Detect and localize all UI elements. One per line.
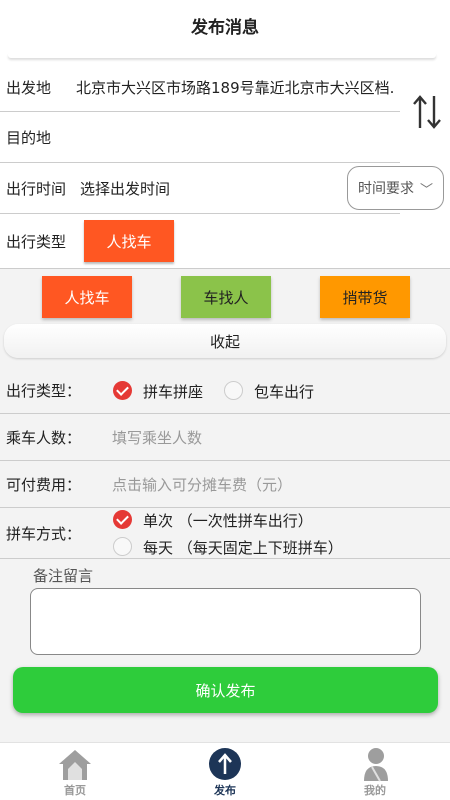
origin-label: 出发地 xyxy=(6,78,52,97)
type-label: 出行类型 xyxy=(6,232,67,251)
single-trip-radio[interactable] xyxy=(113,510,132,529)
fee-row[interactable]: 可付费用： 点击输入可分摊车费（元） xyxy=(0,461,450,507)
daily-trip-label: 每天 （每天固定上下班拼车） xyxy=(143,539,343,557)
passengers-input[interactable]: 填写乘坐人数 xyxy=(112,427,202,448)
tab-publish-label: 发布 xyxy=(214,784,236,797)
type-option-carry-goods[interactable]: 捎带货 xyxy=(320,276,410,318)
carpool-mode-label: 拼车方式： xyxy=(6,524,82,543)
charter-label: 包车出行 xyxy=(254,383,315,401)
note-textarea[interactable] xyxy=(30,588,421,655)
destination-row[interactable]: 目的地 xyxy=(0,112,400,162)
type-row: 出行类型 xyxy=(0,216,84,266)
divider xyxy=(8,52,436,58)
time-requirement-dropdown[interactable]: 时间要求 ﹀ xyxy=(347,166,444,210)
time-row[interactable]: 出行时间 选择出发时间 xyxy=(0,163,345,213)
divider xyxy=(0,268,450,269)
trip-type-label: 出行类型： xyxy=(6,381,82,400)
bottom-tab-bar: 首页 发布 我的 xyxy=(0,742,450,800)
origin-row[interactable]: 出发地 北京市大兴区市场路189号靠近北京市大兴区档... xyxy=(0,62,400,112)
passengers-label: 乘车人数： xyxy=(6,428,82,447)
collapse-button[interactable]: 收起 xyxy=(4,324,446,358)
destination-label: 目的地 xyxy=(6,128,52,147)
charter-radio[interactable] xyxy=(224,381,243,400)
fee-label: 可付费用： xyxy=(6,475,82,494)
selected-type-badge[interactable]: 人找车 xyxy=(84,220,174,262)
tab-home-label: 首页 xyxy=(64,784,86,797)
chevron-down-icon: ﹀ xyxy=(419,183,433,198)
type-option-car-seeks-person[interactable]: 车找人 xyxy=(181,276,271,318)
tab-profile-label: 我的 xyxy=(364,784,386,797)
daily-trip-radio[interactable] xyxy=(113,537,132,556)
carpool-seat-radio[interactable] xyxy=(113,381,132,400)
divider xyxy=(0,558,450,559)
single-trip-label: 单次 （一次性拼车出行） xyxy=(143,512,313,530)
time-label: 出行时间 xyxy=(6,179,67,198)
time-requirement-label: 时间要求 xyxy=(358,181,414,197)
publish-icon xyxy=(209,748,241,780)
tab-profile[interactable]: 我的 xyxy=(300,743,450,800)
carpool-seat-label: 拼车拼座 xyxy=(143,383,204,401)
time-field[interactable]: 选择出发时间 xyxy=(80,178,170,199)
fee-input[interactable]: 点击输入可分摊车费（元） xyxy=(112,474,292,495)
note-label: 备注留言 xyxy=(33,567,94,585)
swap-direction-icon[interactable] xyxy=(410,92,444,132)
home-icon xyxy=(59,750,91,780)
type-option-person-seeks-car[interactable]: 人找车 xyxy=(42,276,132,318)
origin-field[interactable]: 北京市大兴区市场路189号靠近北京市大兴区档... xyxy=(76,77,394,98)
tab-publish[interactable]: 发布 xyxy=(150,743,300,800)
confirm-publish-button[interactable]: 确认发布 xyxy=(13,667,438,713)
profile-icon xyxy=(364,748,388,782)
divider xyxy=(0,213,400,214)
page-title: 发布消息 xyxy=(0,0,450,50)
tab-home[interactable]: 首页 xyxy=(0,743,150,800)
passengers-row[interactable]: 乘车人数： 填写乘坐人数 xyxy=(0,414,450,460)
